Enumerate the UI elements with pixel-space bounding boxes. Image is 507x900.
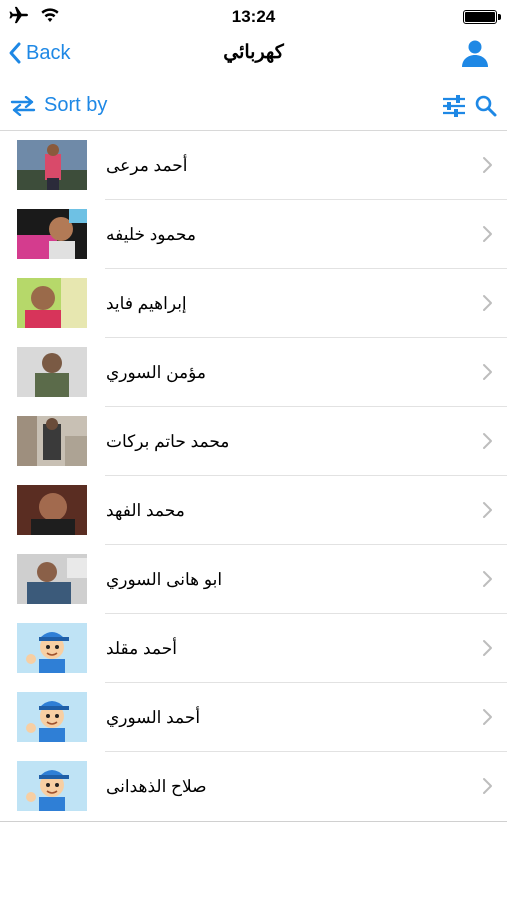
chevron-right-icon xyxy=(483,433,492,449)
photo-person-light xyxy=(17,347,87,397)
chevron-right-icon xyxy=(483,295,492,311)
search-icon[interactable] xyxy=(474,94,498,118)
cartoon-plumber-avatar xyxy=(17,692,87,742)
contact-row[interactable]: إبراهيم فايد xyxy=(0,269,507,338)
chevron-right-icon xyxy=(483,364,492,380)
chevron-right-icon xyxy=(483,502,492,518)
status-bar: 13:24 xyxy=(0,0,507,36)
status-time: 13:24 xyxy=(231,7,276,26)
chevron-right-icon xyxy=(483,640,492,656)
contact-name: محمود خليفه xyxy=(106,225,196,244)
photo-person-pink xyxy=(17,209,87,259)
photo-person-street xyxy=(17,416,87,466)
battery-icon xyxy=(463,10,501,24)
photo-person-dark xyxy=(17,485,87,535)
contact-name: مؤمن السوري xyxy=(106,363,207,382)
page-title: كهربائي xyxy=(223,42,284,63)
profile-icon[interactable] xyxy=(459,37,491,69)
contact-name: أحمد مرعى xyxy=(106,156,188,175)
chevron-right-icon xyxy=(483,157,492,173)
contact-name: أحمد مقلد xyxy=(106,639,177,658)
nav-bar: Back كهربائي xyxy=(0,36,507,84)
contact-row[interactable]: أحمد مرعى xyxy=(0,131,507,200)
photo-person-green xyxy=(17,278,87,328)
chevron-right-icon xyxy=(483,778,492,794)
contact-row[interactable]: محمد الفهد xyxy=(0,476,507,545)
cartoon-plumber-avatar xyxy=(17,761,87,811)
filter-sliders-icon[interactable] xyxy=(441,94,467,118)
contact-name: إبراهيم فايد xyxy=(106,294,187,313)
photo-person-outdoor xyxy=(17,140,87,190)
photo-person-smiling xyxy=(17,554,87,604)
contact-name: محمد الفهد xyxy=(106,501,185,520)
contact-row[interactable]: صلاح الذهدانى xyxy=(0,752,507,821)
contact-row[interactable]: أحمد مقلد xyxy=(0,614,507,683)
contact-row[interactable]: ابو هانى السوري xyxy=(0,545,507,614)
chevron-right-icon xyxy=(483,709,492,725)
contact-row[interactable]: محمد حاتم بركات xyxy=(0,407,507,476)
chevron-right-icon xyxy=(483,571,492,587)
swap-arrows-icon xyxy=(10,95,36,116)
contact-name: أحمد السوري xyxy=(106,708,201,727)
contact-row[interactable]: مؤمن السوري xyxy=(0,338,507,407)
contact-row[interactable]: محمود خليفه xyxy=(0,200,507,269)
sort-button[interactable]: Sort by xyxy=(10,94,107,117)
contact-name: صلاح الذهدانى xyxy=(106,777,207,796)
contact-row[interactable]: أحمد السوري xyxy=(0,683,507,752)
contacts-list: أحمد مرعى محمود خليفه إبراهيم فايد مؤمن … xyxy=(0,131,507,822)
sort-label: Sort by xyxy=(44,94,108,116)
cartoon-plumber-avatar xyxy=(17,623,87,673)
contact-name: محمد حاتم بركات xyxy=(106,432,230,451)
contact-name: ابو هانى السوري xyxy=(106,570,223,589)
chevron-right-icon xyxy=(483,226,492,242)
toolbar: Sort by xyxy=(0,84,507,131)
